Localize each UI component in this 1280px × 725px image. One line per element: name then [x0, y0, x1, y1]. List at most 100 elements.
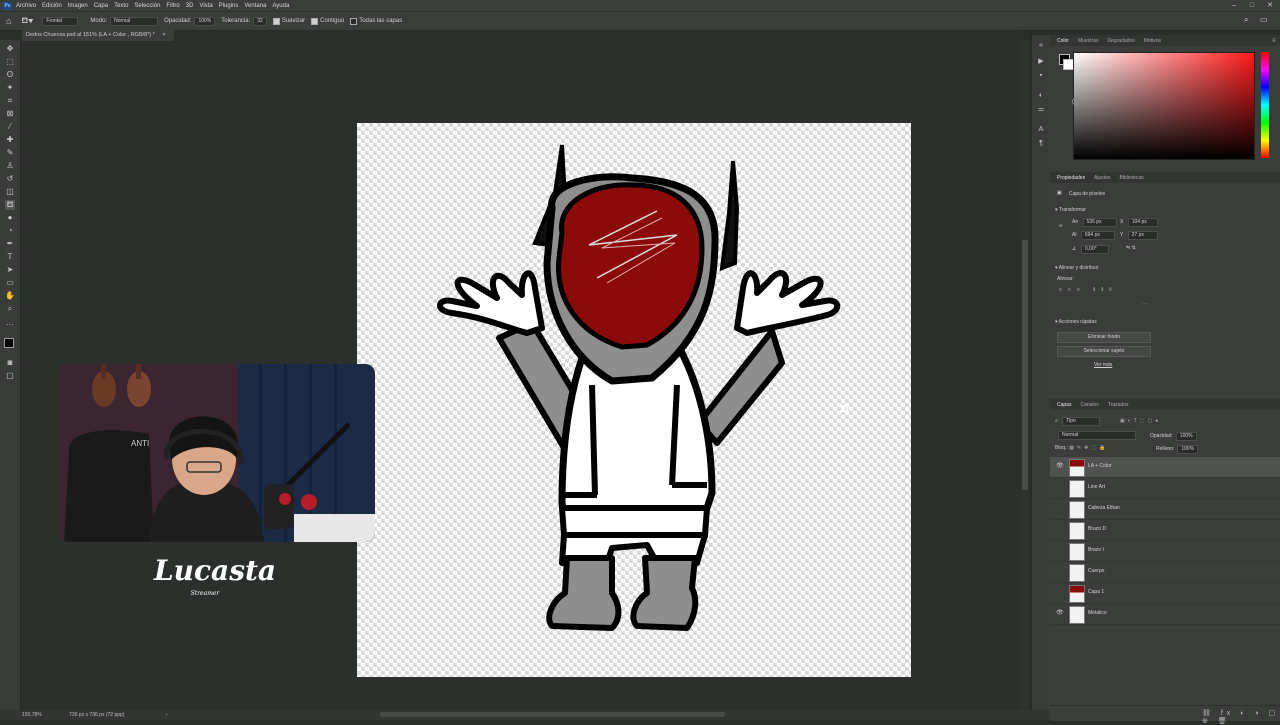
- brush-tool-icon[interactable]: ✎: [5, 148, 15, 158]
- eye-icon[interactable]: [1056, 484, 1062, 490]
- all-layers-checkbox[interactable]: Todas las capas: [350, 17, 402, 25]
- menu-capa[interactable]: Capa: [94, 3, 108, 9]
- eye-icon[interactable]: [1056, 547, 1062, 553]
- document-canvas[interactable]: [357, 123, 911, 677]
- document-tab[interactable]: Dedos Chuecos.psd al 151% (LA + Color , …: [22, 30, 174, 41]
- marquee-tool-icon[interactable]: ⬚: [5, 57, 15, 67]
- menu-ayuda[interactable]: Ayuda: [272, 3, 289, 9]
- layer-row[interactable]: Line Art: [1050, 478, 1280, 499]
- type-tool-icon[interactable]: T: [5, 252, 15, 262]
- menu-imagen[interactable]: Imagen: [68, 3, 88, 9]
- tab-channels[interactable]: Canales: [1078, 402, 1100, 408]
- menu-edicion[interactable]: Edición: [42, 3, 62, 9]
- close-tab-icon[interactable]: ×: [162, 32, 165, 38]
- tab-adjustments[interactable]: Ajustes: [1092, 175, 1112, 181]
- menu-vista[interactable]: Vista: [199, 3, 212, 9]
- hue-slider[interactable]: [1261, 52, 1269, 158]
- move-tool-icon[interactable]: ✥: [5, 44, 15, 54]
- vertical-scroll-thumb[interactable]: [1022, 240, 1028, 490]
- layer-row[interactable]: 👁 Metalico: [1050, 604, 1280, 625]
- magic-wand-tool-icon[interactable]: ✦: [5, 83, 15, 93]
- adjustments-icon[interactable]: ◐: [1036, 91, 1046, 101]
- layer-row[interactable]: Cuerpo: [1050, 562, 1280, 583]
- y-field[interactable]: 27 px: [1127, 231, 1158, 240]
- zoom-tool-icon[interactable]: ⌕: [5, 304, 15, 314]
- tab-gradients[interactable]: Degradados: [1106, 38, 1137, 44]
- path-select-tool-icon[interactable]: ➤: [5, 265, 15, 275]
- collapse-panels-icon[interactable]: «: [1036, 41, 1046, 51]
- layer-actions-icons[interactable]: ⛓ fx ◐ ◑ ▢ ⊕ 🗑: [1202, 709, 1280, 725]
- layer-name[interactable]: LA + Color: [1088, 463, 1112, 469]
- tab-properties[interactable]: Propiedades: [1055, 175, 1087, 181]
- layer-name[interactable]: Brazo D: [1088, 526, 1106, 532]
- foreground-color-swatch[interactable]: [4, 338, 14, 348]
- menu-ventana[interactable]: Ventana: [244, 3, 266, 9]
- transform-section[interactable]: ▾ Transformar: [1055, 207, 1086, 213]
- dodge-tool-icon[interactable]: ◔: [5, 226, 15, 236]
- layer-name[interactable]: Brazo I: [1088, 547, 1104, 553]
- layer-row[interactable]: Brazo D: [1050, 520, 1280, 541]
- angle-field[interactable]: 0,00°: [1080, 245, 1109, 254]
- remove-background-button[interactable]: Eliminar fondo: [1057, 332, 1151, 343]
- layer-row[interactable]: Cabeza Ethan: [1050, 499, 1280, 520]
- menu-seleccion[interactable]: Selección: [134, 3, 160, 9]
- history-brush-icon[interactable]: ↺: [5, 174, 15, 184]
- paragraph-icon[interactable]: ¶: [1036, 139, 1046, 149]
- eye-icon[interactable]: [1056, 526, 1062, 532]
- layer-name[interactable]: Cabeza Ethan: [1088, 505, 1120, 511]
- quick-mask-icon[interactable]: ◙: [5, 358, 15, 368]
- layer-row[interactable]: Capa 1: [1050, 583, 1280, 604]
- menu-texto[interactable]: Texto: [114, 3, 128, 9]
- layer-opacity-field[interactable]: 100%: [1175, 432, 1197, 441]
- comment-icon[interactable]: ▪: [1036, 71, 1046, 81]
- fill-source-select[interactable]: Frontal: [42, 16, 79, 26]
- smooth-checkbox[interactable]: Suavizar: [272, 17, 305, 25]
- play-icon[interactable]: ▶: [1036, 57, 1046, 67]
- layer-filter-icons[interactable]: ▣◐T⬚▢●: [1120, 418, 1161, 424]
- paint-bucket-tool-icon[interactable]: ⛾: [5, 200, 15, 210]
- screen-mode-icon[interactable]: ▢: [5, 371, 15, 381]
- menu-archivo[interactable]: Archivo: [16, 3, 36, 9]
- tab-patterns[interactable]: Motivos: [1142, 38, 1163, 44]
- maximize-icon[interactable]: □: [1244, 0, 1260, 11]
- blur-tool-icon[interactable]: ●: [5, 213, 15, 223]
- width-field[interactable]: 536 px: [1082, 218, 1117, 227]
- close-icon[interactable]: ✕: [1262, 0, 1278, 11]
- layer-filter-select[interactable]: Tipo: [1062, 417, 1101, 426]
- menu-filtro[interactable]: Filtro: [166, 3, 179, 9]
- layer-name[interactable]: Cuerpo: [1088, 568, 1104, 574]
- minimize-icon[interactable]: –: [1226, 0, 1242, 11]
- eye-icon[interactable]: [1056, 589, 1062, 595]
- more-link[interactable]: Ver más: [1094, 362, 1112, 368]
- more-options-icon[interactable]: ···: [1142, 301, 1147, 307]
- zoom-level[interactable]: 150,78%: [22, 712, 42, 718]
- layer-row[interactable]: Brazo I: [1050, 541, 1280, 562]
- eyedropper-tool-icon[interactable]: ⁄: [5, 122, 15, 132]
- quick-actions-section[interactable]: ▾ Acciones rápidas: [1055, 319, 1097, 325]
- tolerance-field[interactable]: 32: [253, 16, 267, 26]
- eye-icon[interactable]: [1056, 568, 1062, 574]
- horizontal-scroll-thumb[interactable]: [380, 712, 725, 717]
- eye-icon[interactable]: 👁: [1056, 463, 1064, 469]
- pen-tool-icon[interactable]: ✒: [5, 239, 15, 249]
- paint-bucket-icon[interactable]: ⛾▾: [21, 16, 33, 26]
- opacity-field[interactable]: 100%: [194, 16, 216, 26]
- link-icon[interactable]: ∞: [1059, 223, 1063, 229]
- more-tools-icon[interactable]: ···: [5, 320, 15, 330]
- tab-libraries[interactable]: Bibliotecas: [1117, 175, 1145, 181]
- tab-paths[interactable]: Trazados: [1106, 402, 1131, 408]
- search-icon[interactable]: ⌕: [1244, 15, 1248, 25]
- crop-tool-icon[interactable]: ⌗: [5, 96, 15, 106]
- height-field[interactable]: 694 px: [1080, 231, 1115, 240]
- align-section[interactable]: ▾ Alinear y distribuir: [1055, 265, 1098, 271]
- healing-tool-icon[interactable]: ✚: [5, 135, 15, 145]
- fill-field[interactable]: 100%: [1177, 445, 1199, 454]
- status-arrow-icon[interactable]: ›: [166, 712, 168, 718]
- eye-icon[interactable]: [1056, 505, 1062, 511]
- align-buttons-icon[interactable]: ≡≡≡ ⫴⫴⫴: [1059, 287, 1117, 293]
- home-icon[interactable]: ⌂: [6, 16, 11, 26]
- eraser-tool-icon[interactable]: ◫: [5, 187, 15, 197]
- hand-tool-icon[interactable]: ✋: [5, 291, 15, 301]
- color-picker-marker[interactable]: [1072, 98, 1079, 105]
- flip-icons[interactable]: ⇋ ⇅: [1126, 245, 1136, 251]
